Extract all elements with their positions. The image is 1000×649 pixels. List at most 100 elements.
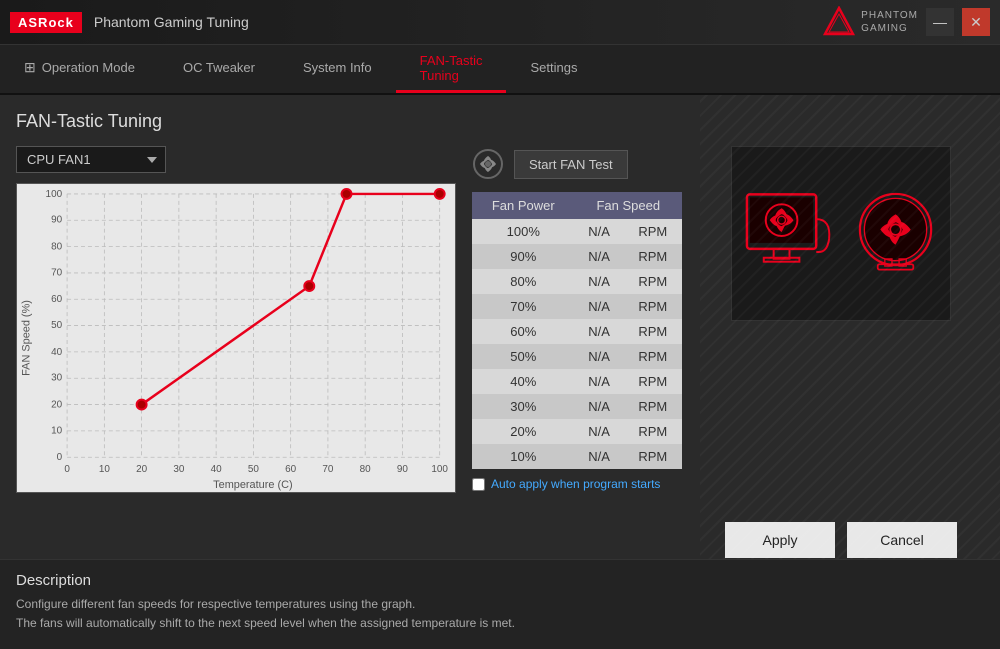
titlebar-right: PHANTOMGAMING — ✕	[823, 6, 990, 38]
tab-fan-tastic-label: FAN-TasticTuning	[420, 53, 483, 83]
tab-system-info[interactable]: System Info	[279, 45, 396, 93]
svg-text:100: 100	[431, 464, 448, 475]
svg-text:FAN Speed (%): FAN Speed (%)	[20, 300, 32, 376]
table-row: 60% N/A RPM	[472, 319, 682, 344]
minimize-button[interactable]: —	[926, 8, 954, 36]
description-title: Description	[16, 572, 984, 589]
svg-text:10: 10	[99, 464, 111, 475]
svg-text:80: 80	[51, 242, 63, 253]
auto-apply-checkbox[interactable]	[472, 478, 485, 491]
table-row: 10% N/A RPM	[472, 444, 682, 469]
app-title: Phantom Gaming Tuning	[94, 14, 249, 30]
fan-speed-table: Fan Power Fan Speed 100% N/A RPM 90% N/A…	[472, 192, 682, 469]
fan-power-cell: 90%	[472, 244, 575, 269]
fan-unit-cell: RPM	[624, 444, 682, 469]
fan-speed-cell: N/A	[575, 419, 624, 444]
cancel-button[interactable]: Cancel	[847, 522, 957, 558]
tab-oc-tweaker[interactable]: OC Tweaker	[159, 45, 279, 93]
phantom-gaming-logo: PHANTOMGAMING	[823, 6, 918, 38]
description-text: Configure different fan speeds for respe…	[16, 595, 984, 633]
fan-power-cell: 50%	[472, 344, 575, 369]
phantom-logo-text: PHANTOMGAMING	[861, 9, 918, 35]
fan-images	[731, 146, 951, 321]
fan-power-cell: 60%	[472, 319, 575, 344]
tab-operation-mode[interactable]: ⊞ Operation Mode	[0, 45, 159, 93]
fan-speed-cell: N/A	[575, 244, 624, 269]
fan-speed-cell: N/A	[575, 294, 624, 319]
chart-container: FAN Speed (%)	[16, 183, 456, 493]
svg-text:60: 60	[51, 294, 63, 305]
fan-chart-svg: FAN Speed (%)	[17, 184, 455, 492]
main-content: FAN-Tastic Tuning CPU FAN1 CPU FAN2 CHA …	[0, 95, 1000, 649]
table-row: 30% N/A RPM	[472, 394, 682, 419]
auto-apply-label: Auto apply when program starts	[491, 477, 660, 491]
standalone-fan-icon	[851, 189, 940, 279]
tab-oc-tweaker-label: OC Tweaker	[183, 60, 255, 75]
content-area: CPU FAN1 CPU FAN2 CHA FAN1 CHA FAN2 FAN …	[16, 146, 984, 558]
fan-speed-cell: N/A	[575, 394, 624, 419]
fan-power-cell: 10%	[472, 444, 575, 469]
svg-text:20: 20	[51, 400, 63, 411]
fan-unit-cell: RPM	[624, 344, 682, 369]
svg-text:90: 90	[397, 464, 409, 475]
tab-system-info-label: System Info	[303, 60, 372, 75]
fan-unit-cell: RPM	[624, 319, 682, 344]
svg-text:70: 70	[322, 464, 334, 475]
fan-speed-cell: N/A	[575, 444, 624, 469]
table-header-row: Fan Power Fan Speed	[472, 192, 682, 219]
table-row: 70% N/A RPM	[472, 294, 682, 319]
fan-unit-cell: RPM	[624, 219, 682, 244]
close-button[interactable]: ✕	[962, 8, 990, 36]
table-row: 100% N/A RPM	[472, 219, 682, 244]
tab-settings[interactable]: Settings	[506, 45, 601, 93]
fan-unit-cell: RPM	[624, 244, 682, 269]
right-section: Apply Cancel	[698, 146, 984, 558]
tab-settings-label: Settings	[530, 60, 577, 75]
monitor-fan-icon	[742, 184, 841, 284]
navbar: ⊞ Operation Mode OC Tweaker System Info …	[0, 45, 1000, 95]
svg-text:100: 100	[46, 189, 63, 200]
fan-power-cell: 100%	[472, 219, 575, 244]
svg-text:10: 10	[51, 425, 63, 436]
fan-speed-cell: N/A	[575, 369, 624, 394]
fan-speed-cell: N/A	[575, 219, 624, 244]
svg-text:70: 70	[51, 267, 63, 278]
svg-text:0: 0	[64, 464, 70, 475]
fan-speed-cell: N/A	[575, 344, 624, 369]
svg-text:40: 40	[51, 347, 63, 358]
fan-selector: CPU FAN1 CPU FAN2 CHA FAN1 CHA FAN2	[16, 146, 456, 173]
start-fan-test-button[interactable]: Start FAN Test	[514, 150, 628, 179]
tab-operation-mode-label: Operation Mode	[42, 60, 135, 75]
fan-unit-cell: RPM	[624, 419, 682, 444]
svg-text:60: 60	[285, 464, 297, 475]
fan-power-cell: 40%	[472, 369, 575, 394]
fan-speed-cell: N/A	[575, 319, 624, 344]
table-row: 50% N/A RPM	[472, 344, 682, 369]
fan-speed-cell: N/A	[575, 269, 624, 294]
svg-text:0: 0	[57, 452, 63, 463]
tab-fan-tastic[interactable]: FAN-TasticTuning	[396, 45, 507, 93]
fan-table-body: 100% N/A RPM 90% N/A RPM 80% N/A RPM 70%…	[472, 219, 682, 469]
fan-power-cell: 30%	[472, 394, 575, 419]
table-row: 40% N/A RPM	[472, 369, 682, 394]
fan-power-cell: 80%	[472, 269, 575, 294]
titlebar: ASRock Phantom Gaming Tuning PHANTOMGAMI…	[0, 0, 1000, 45]
phantom-logo-icon	[823, 6, 855, 38]
chart-section: CPU FAN1 CPU FAN2 CHA FAN1 CHA FAN2 FAN …	[16, 146, 456, 558]
start-fan-area: Start FAN Test	[472, 146, 682, 182]
page-heading: FAN-Tastic Tuning	[16, 111, 984, 132]
svg-text:20: 20	[136, 464, 148, 475]
fan-unit-cell: RPM	[624, 294, 682, 319]
fan-power-header: Fan Power	[472, 192, 575, 219]
fan-spin-icon	[472, 148, 504, 180]
table-row: 90% N/A RPM	[472, 244, 682, 269]
svg-text:Temperature (C): Temperature (C)	[213, 479, 292, 491]
apply-button[interactable]: Apply	[725, 522, 835, 558]
fan-speed-header: Fan Speed	[575, 192, 682, 219]
titlebar-left: ASRock Phantom Gaming Tuning	[10, 12, 249, 33]
fan-dropdown[interactable]: CPU FAN1 CPU FAN2 CHA FAN1 CHA FAN2	[16, 146, 166, 173]
fan-unit-cell: RPM	[624, 394, 682, 419]
svg-text:30: 30	[51, 373, 63, 384]
fan-unit-cell: RPM	[624, 369, 682, 394]
asrock-logo: ASRock	[10, 12, 82, 33]
